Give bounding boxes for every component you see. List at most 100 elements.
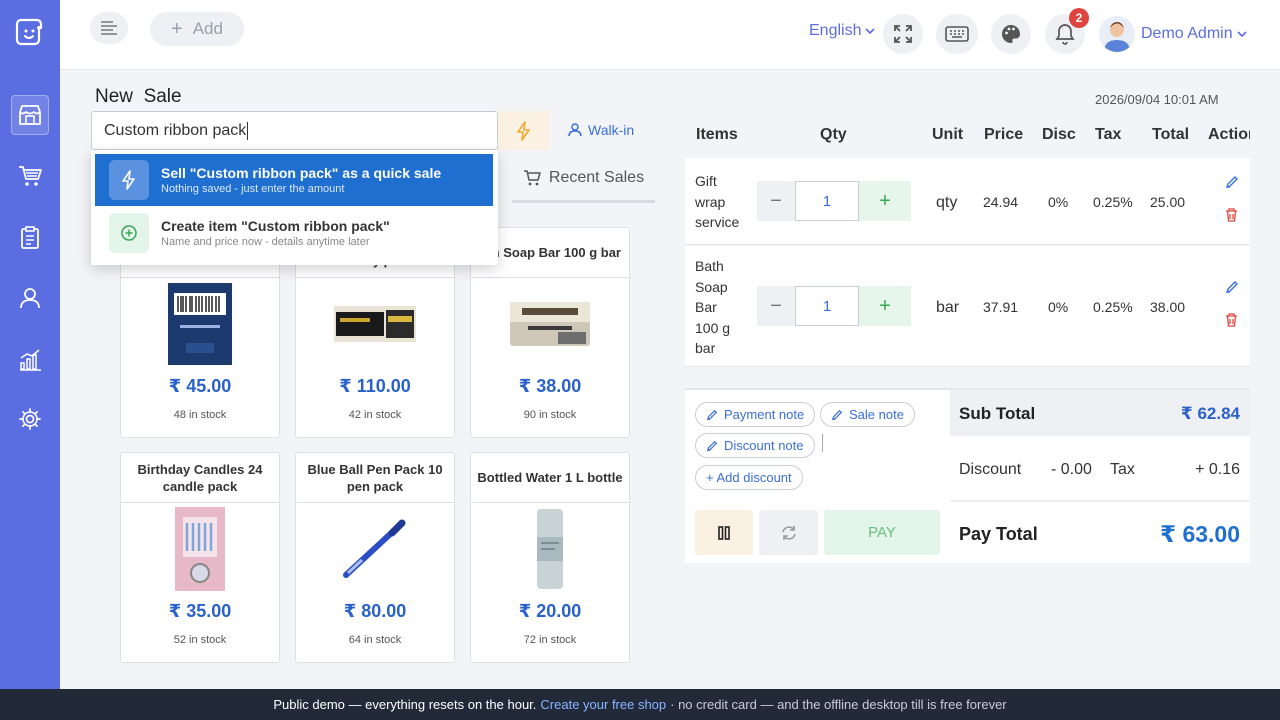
- app-logo[interactable]: [10, 12, 50, 52]
- create-item-option[interactable]: Create item "Custom ribbon pack" Name an…: [95, 207, 493, 259]
- sidebar-item-reports[interactable]: [11, 340, 49, 380]
- col-unit: Unit: [932, 126, 964, 143]
- customer-select-button[interactable]: Walk-in: [568, 122, 634, 138]
- keyboard-shortcuts-button[interactable]: [936, 14, 978, 54]
- create-shop-link[interactable]: Create your free shop: [540, 697, 666, 712]
- payment-note-button[interactable]: Payment note: [695, 402, 816, 427]
- add-discount-button[interactable]: + Add discount: [695, 465, 803, 490]
- refresh-icon: [781, 525, 796, 540]
- language-selector[interactable]: English: [809, 22, 876, 40]
- create-item-option-title: Create item "Custom ribbon pack": [161, 218, 390, 234]
- increase-qty-button[interactable]: +: [859, 286, 911, 326]
- sidebar-item-purchases[interactable]: [11, 156, 49, 196]
- pay-button[interactable]: PAY: [824, 510, 940, 555]
- col-disc: Disc: [1042, 126, 1076, 143]
- decrease-qty-button[interactable]: −: [757, 181, 795, 221]
- product-stock: 90 in stock: [523, 409, 577, 421]
- divider: [822, 434, 823, 452]
- product-card[interactable]: Blue Ball Pen Pack 10 pen pack ₹ 80.00 6…: [295, 452, 455, 663]
- sale-datetime: 2026/09/04 10:01 AM: [1095, 92, 1219, 107]
- lightning-icon: [109, 160, 149, 200]
- fullscreen-button[interactable]: [883, 14, 923, 54]
- product-image: [296, 503, 454, 595]
- col-price: Price: [984, 126, 1024, 143]
- cart-row: Bath Soap Bar 100 g bar − 1 + bar 37.91 …: [685, 246, 1250, 367]
- quick-sale-option-title: Sell "Custom ribbon pack" as a quick sal…: [161, 165, 442, 181]
- edit-item-button[interactable]: [1225, 280, 1239, 299]
- cart-item-discount[interactable]: 0%: [1048, 194, 1068, 210]
- avatar[interactable]: [1099, 16, 1135, 52]
- product-image: [121, 278, 279, 370]
- hold-sale-button[interactable]: [695, 510, 753, 555]
- cart-item-name: Bath Soap Bar 100 g bar: [695, 258, 731, 356]
- col-tax: Tax: [1095, 126, 1122, 143]
- product-price: ₹ 35.00: [168, 601, 232, 621]
- pay-total-label: Pay Total: [959, 524, 1038, 544]
- user-menu[interactable]: Demo Admin: [1141, 25, 1247, 43]
- cart-item-unit: qty: [936, 194, 958, 211]
- qty-input[interactable]: 1: [795, 181, 859, 221]
- cart-item-price[interactable]: 37.91: [983, 299, 1018, 315]
- walkin-label: Walk-in: [588, 122, 635, 138]
- product-card[interactable]: Bottled Water 1 L bottle ₹ 20.00 72 in s…: [470, 452, 630, 663]
- increase-qty-button[interactable]: +: [859, 181, 911, 221]
- product-stock: 72 in stock: [523, 634, 577, 646]
- add-button[interactable]: + Add: [150, 12, 244, 46]
- language-label: English: [809, 22, 862, 39]
- action-buttons: PAY: [685, 500, 950, 563]
- cart-item-total: 38.00: [1150, 299, 1186, 315]
- col-total: Total: [1152, 126, 1190, 143]
- delete-item-button[interactable]: [1225, 208, 1238, 227]
- sidebar-item-customers[interactable]: [11, 278, 49, 318]
- product-search-input[interactable]: Custom ribbon pack: [91, 111, 498, 150]
- create-item-option-subtitle: Name and price now - details anytime lat…: [161, 236, 370, 248]
- footer-subtext: · no credit card — and the offline deskt…: [670, 697, 1007, 712]
- edit-item-button[interactable]: [1225, 175, 1239, 194]
- subtotal-label: Sub Total: [959, 404, 1036, 423]
- trash-icon: [1226, 208, 1237, 222]
- divider: [950, 500, 1250, 502]
- search-suggestions-dropdown: Sell "Custom ribbon pack" as a quick sal…: [91, 150, 498, 265]
- quick-sale-button[interactable]: [498, 111, 550, 150]
- palette-icon: [1002, 25, 1020, 43]
- pencil-icon: [1225, 176, 1238, 189]
- menu-toggle-button[interactable]: [90, 12, 128, 44]
- cart-item-discount[interactable]: 0%: [1048, 299, 1068, 315]
- product-name: Blue Ball Pen Pack 10 pen pack: [296, 453, 454, 503]
- tax-value: + 0.16: [1195, 461, 1240, 478]
- discount-note-button[interactable]: Discount note: [695, 433, 815, 458]
- cart-item-price[interactable]: 24.94: [983, 194, 1018, 210]
- theme-button[interactable]: [991, 14, 1031, 54]
- col-action: Action: [1208, 126, 1250, 143]
- product-card[interactable]: Birthday Candles 24 candle pack ₹ 35.00 …: [120, 452, 280, 663]
- demo-footer-banner: Public demo — everything resets on the h…: [0, 689, 1280, 720]
- delete-item-button[interactable]: [1225, 313, 1238, 332]
- sale-note-button[interactable]: Sale note: [820, 402, 915, 427]
- subtotal-value: ₹ 62.84: [1180, 404, 1240, 423]
- plus-circle-icon: [109, 213, 149, 253]
- product-price: ₹ 20.00: [518, 601, 582, 621]
- footer-text: Public demo — everything resets on the h…: [273, 697, 537, 712]
- pencil-icon: [831, 409, 843, 420]
- sidebar-item-pos[interactable]: [11, 95, 49, 135]
- cart-icon: [19, 166, 42, 186]
- notes-panel: Payment note Sale note Discount note + A…: [685, 388, 950, 500]
- quick-sale-option[interactable]: Sell "Custom ribbon pack" as a quick sal…: [95, 154, 493, 206]
- col-qty: Qty: [820, 126, 847, 143]
- sidebar-item-settings[interactable]: [11, 399, 49, 439]
- menu-icon: [101, 21, 117, 35]
- cart-item-tax: 0.25%: [1093, 299, 1133, 315]
- fullscreen-icon: [894, 25, 912, 43]
- notifications-button[interactable]: 2: [1045, 8, 1089, 54]
- chart-icon: [20, 349, 41, 371]
- gear-icon: [19, 408, 41, 430]
- discount-value[interactable]: - 0.00: [1051, 461, 1092, 479]
- reset-sale-button[interactable]: [759, 510, 818, 555]
- chevron-down-icon: [1237, 31, 1247, 38]
- discount-note-label: Discount note: [724, 438, 804, 453]
- sidebar-item-orders[interactable]: [11, 218, 49, 258]
- tab-recent-sales[interactable]: Recent Sales: [512, 156, 655, 203]
- payment-note-label: Payment note: [724, 407, 805, 422]
- decrease-qty-button[interactable]: −: [757, 286, 795, 326]
- qty-input[interactable]: 1: [795, 286, 859, 326]
